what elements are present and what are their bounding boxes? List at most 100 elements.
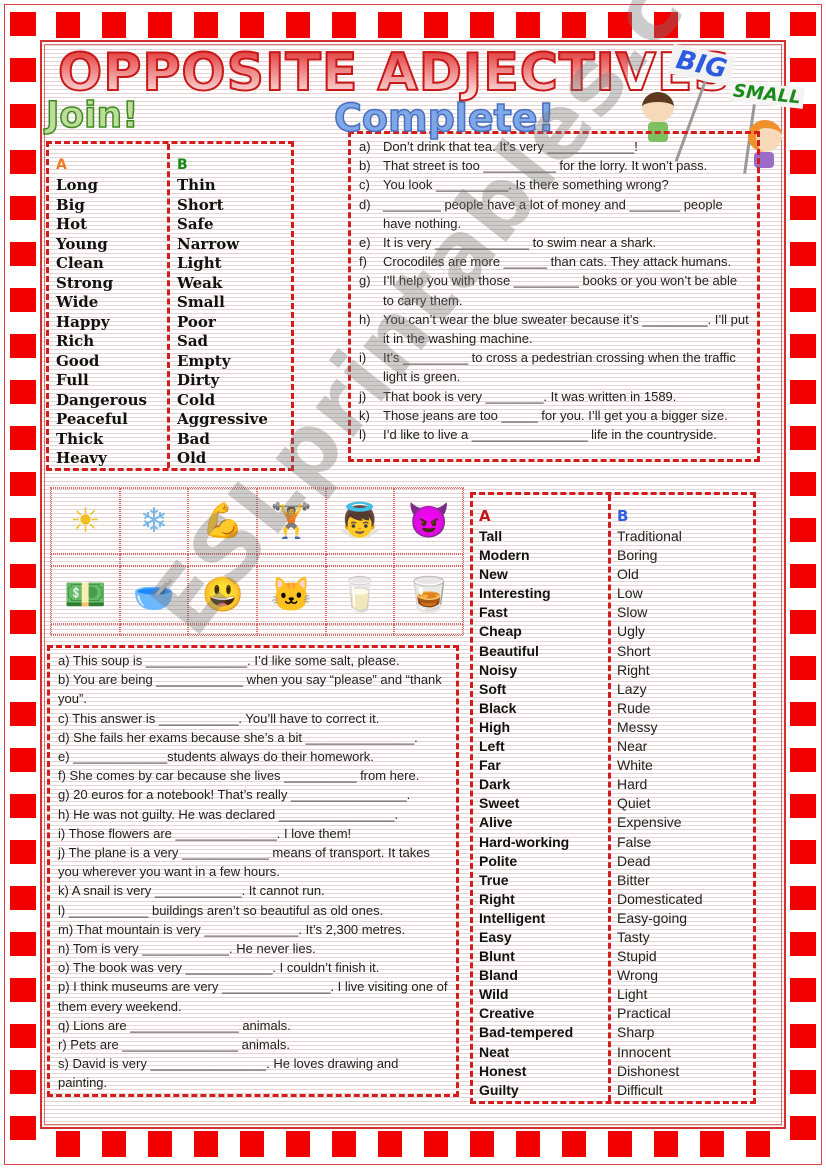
word-item: Rude	[617, 699, 651, 716]
sentence-label: d)	[359, 196, 371, 212]
sentence-label: b)	[359, 158, 371, 174]
word-item: Messy	[617, 718, 658, 735]
join-column-b: B Thin Short Safe Narrow Light Weak Small Poor S…	[177, 154, 268, 469]
join-heading: Join!	[45, 95, 139, 137]
picture-label-cell	[256, 554, 326, 566]
word-item: Bitter	[617, 871, 650, 888]
word-item: Ugly	[617, 623, 646, 640]
word-item: Black	[479, 699, 517, 716]
word-item: Tasty	[617, 928, 650, 945]
word-item: Innocent	[617, 1043, 671, 1060]
sentence-item: s) David is very ________________. He lo…	[58, 1056, 399, 1091]
word-item: Right	[617, 661, 650, 678]
join-column-a: A Long Big Hot Young Clean Strong Wide Happy Ric…	[56, 154, 147, 469]
fill-in-sentences-list: a) This soup is ______________. I’d like…	[58, 651, 450, 1093]
column-b-list: Thin Short Safe Narrow Light Weak Small Poor Sad…	[177, 176, 268, 469]
word-item: Short	[617, 642, 651, 659]
sentence-label: g)	[359, 273, 371, 289]
word-item: Honest	[479, 1062, 527, 1079]
word-item: Poor	[177, 312, 216, 331]
fill-in-sentences-box: a) This soup is ______________. I’d like…	[47, 645, 459, 1097]
sun-thermometer-icon: ☀	[51, 488, 120, 554]
word-item: Domesticated	[617, 890, 703, 907]
striped-border-right	[790, 12, 816, 1157]
sentence-item: l) I’d like to live a ________________ li…	[359, 425, 749, 444]
opposites-matching-box: A Tall Modern New Interesting Fast Cheap Beaut…	[470, 492, 756, 1104]
word-item: Strong	[56, 273, 114, 292]
sentence-text: Crocodiles are more ______ than cats. Th…	[383, 254, 732, 270]
word-item: Wrong	[617, 967, 658, 984]
sentence-text: That street is too __________ for the lo…	[383, 158, 708, 174]
sentence-item: f) Crocodiles are more ______ than cats. …	[359, 252, 749, 271]
sentence-item: p) I think museums are very ____________…	[58, 979, 448, 1014]
picture-label-cell	[256, 624, 326, 636]
word-item: Bad	[177, 429, 210, 448]
word-item: Dead	[617, 852, 651, 869]
word-item: Light	[617, 986, 648, 1003]
word-item: Left	[479, 738, 505, 755]
sentence-item: k) A snail is very ____________. It cann…	[58, 883, 325, 899]
sentence-text: It’s _________ to cross a pedestrian cro…	[383, 350, 736, 385]
word-item: Easy-going	[617, 909, 688, 926]
word-item: Sharp	[617, 1024, 655, 1041]
sentence-item: l) ___________ buildings aren’t so beaut…	[58, 902, 384, 918]
word-item: Low	[617, 585, 643, 602]
word-item: Aggressive	[177, 410, 268, 428]
word-item: Heavy	[56, 449, 107, 467]
word-item: Happy	[56, 312, 110, 331]
picture-label-cell	[51, 554, 120, 566]
sentence-label: k)	[359, 407, 370, 423]
column-divider	[608, 495, 611, 1101]
word-item: Interesting	[479, 585, 551, 602]
sentence-text: That book is very ________. It was writt…	[383, 388, 677, 404]
happy-girl-icon: 😃	[188, 566, 257, 624]
word-item: Tall	[479, 528, 503, 544]
match-column-b: B Traditional Boring Old Low Slow Ugly Short Ri…	[617, 505, 703, 1100]
complete-heading: Complete!	[333, 95, 555, 141]
word-item: True	[479, 871, 509, 888]
picture-label-cell	[325, 554, 395, 566]
word-item: Cold	[177, 390, 216, 409]
word-item: Dangerous	[56, 390, 147, 409]
sentence-label: f)	[359, 254, 367, 270]
sentence-text: I’ll help you with those _________ books…	[383, 273, 738, 308]
word-item: Hot	[56, 215, 88, 233]
picture-label-cell	[119, 624, 189, 636]
word-item: False	[617, 833, 652, 850]
word-item: Hard	[617, 776, 648, 793]
word-item: Blunt	[479, 948, 515, 965]
sentence-item: e) _____________students always do their…	[58, 749, 374, 765]
picture-label-cell	[394, 624, 463, 636]
sentence-label: i)	[359, 350, 367, 366]
sentence-item: k) Those jeans are too _____ for you. I’l…	[359, 406, 749, 425]
word-item: Empty	[177, 351, 231, 370]
word-item: White	[617, 757, 653, 774]
sentence-item: g) I’ll help you with those _________ boo…	[359, 271, 749, 309]
word-item: Peaceful	[56, 410, 128, 428]
column-a-list: Long Big Hot Young Clean Strong Wide Happy Rich G…	[56, 176, 147, 469]
word-item: Sweet	[479, 795, 520, 812]
word-item: Bland	[479, 967, 518, 984]
word-item: Creative	[479, 1005, 535, 1022]
word-item: Narrow	[177, 234, 240, 253]
word-item: Old	[177, 449, 207, 467]
striped-border-bottom	[10, 1131, 816, 1157]
sentence-item: h) You can’t wear the blue sweater becaus…	[359, 310, 749, 348]
worksheet-title: OPPOSITE ADJECTIVES	[57, 42, 733, 104]
word-item: Long	[56, 176, 98, 194]
striped-border-top	[10, 12, 816, 38]
word-item: Easy	[479, 928, 512, 945]
word-item: Quiet	[617, 795, 651, 812]
picture-label-cell	[188, 554, 257, 566]
sentence-item: d) ________ people have a lot of money an…	[359, 195, 749, 233]
word-item: Expensive	[617, 814, 682, 831]
weightlifter-icon: 🏋	[256, 488, 326, 554]
poor-man-icon: 🥣	[119, 566, 189, 624]
sentence-item: r) Pets are ________________ animals.	[58, 1037, 290, 1053]
word-item: Soft	[479, 680, 507, 697]
word-item: Practical	[617, 1005, 671, 1022]
word-item: Neat	[479, 1043, 510, 1060]
sentence-item: i) Those flowers are ______________. I l…	[58, 825, 352, 841]
sentence-text: ________ people have a lot of money and …	[383, 196, 723, 231]
word-item: Hard-working	[479, 833, 570, 850]
